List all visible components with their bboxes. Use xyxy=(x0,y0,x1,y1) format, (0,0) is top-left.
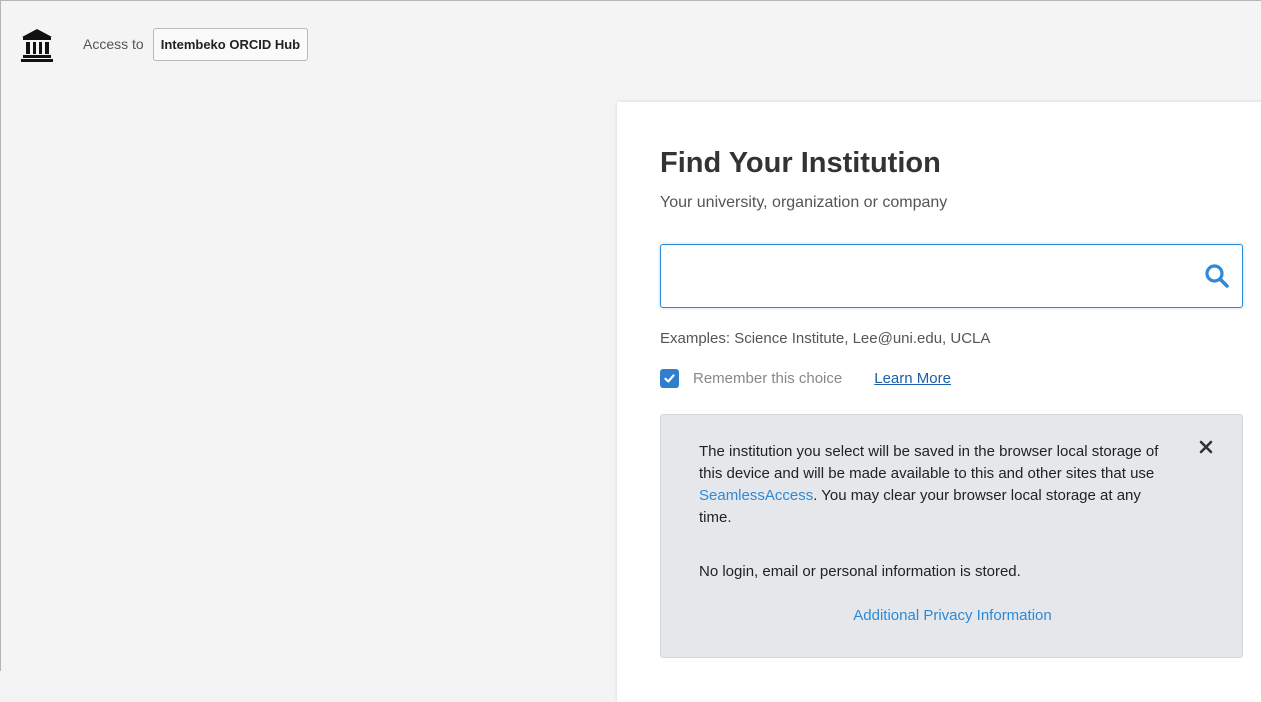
page-subtitle: Your university, organization or company xyxy=(660,194,948,211)
info-text: The institution you select will be saved… xyxy=(699,441,1159,529)
info-notice: The institution you select will be saved… xyxy=(660,414,1243,658)
seamlessaccess-link[interactable]: SeamlessAccess xyxy=(699,487,813,504)
search-examples: Examples: Science Institute, Lee@uni.edu… xyxy=(660,330,991,347)
remember-choice-row: Remember this choice Learn More xyxy=(660,367,951,389)
institution-icon xyxy=(21,26,53,62)
search-icon[interactable] xyxy=(1204,263,1230,289)
privacy-statement: No login, email or personal information … xyxy=(699,563,1021,580)
page-title: Find Your Institution xyxy=(660,147,941,179)
remember-label: Remember this choice xyxy=(693,369,843,387)
privacy-info-link[interactable]: Additional Privacy Information xyxy=(661,607,1244,624)
checkmark-icon xyxy=(664,373,675,383)
search-field xyxy=(660,244,1243,308)
page: Access to Intembeko ORCID Hub Find Your … xyxy=(0,0,1261,702)
header-bar: Access to Intembeko ORCID Hub xyxy=(21,26,309,62)
search-input[interactable] xyxy=(671,253,1191,299)
remember-checkbox[interactable] xyxy=(660,368,679,388)
institution-panel: Find Your Institution Your university, o… xyxy=(617,102,1261,702)
access-label: Access to xyxy=(83,36,144,52)
learn-more-link[interactable]: Learn More xyxy=(874,370,951,387)
info-text-part1: The institution you select will be saved… xyxy=(699,443,1159,482)
service-name-badge: Intembeko ORCID Hub xyxy=(152,27,309,61)
close-icon[interactable] xyxy=(1198,439,1214,455)
